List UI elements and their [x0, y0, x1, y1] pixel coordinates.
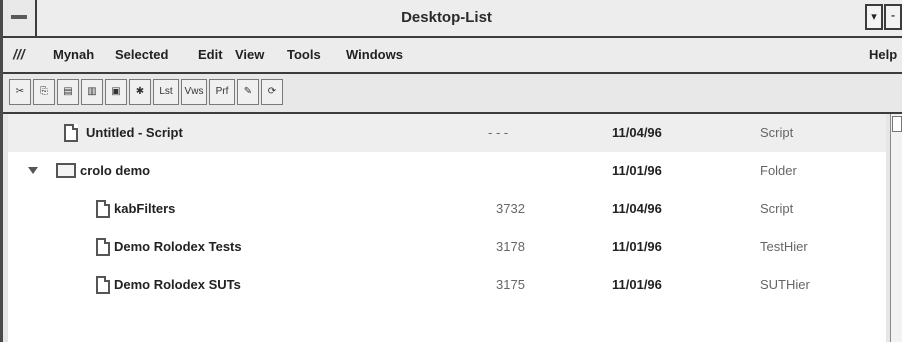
toolbar-button-run[interactable]: ✱	[129, 79, 151, 105]
script-file-icon	[96, 200, 110, 218]
menu-bar: /// Mynah Selected Edit View Tools Windo…	[3, 38, 902, 74]
save-icon: ▣	[111, 86, 121, 97]
folder-icon	[56, 163, 76, 178]
toolbar-button-edit[interactable]: ✎	[237, 79, 259, 105]
menu-selected[interactable]: Selected	[115, 47, 168, 62]
toolbar-button-print[interactable]: Prf	[209, 79, 235, 105]
list-item[interactable]: kabFilters 3732 11/04/96 Script	[8, 190, 886, 228]
test-hier-file-icon	[96, 238, 110, 256]
list-item[interactable]: Demo Rolodex SUTs 3175 11/01/96 SUTHier	[8, 266, 886, 304]
menu-tools[interactable]: Tools	[287, 47, 321, 62]
run-icon: ✱	[135, 86, 145, 97]
app-logo-icon: ///	[13, 46, 25, 62]
item-size: 3178	[496, 239, 525, 254]
toolbar-button-copy[interactable]: ⎘	[33, 79, 55, 105]
copy-icon: ⎘	[40, 86, 48, 97]
item-type: TestHier	[760, 239, 808, 254]
maximize-button[interactable]: ⁃	[884, 4, 902, 30]
expand-caret-icon[interactable]	[28, 167, 38, 174]
toolbar-button-save[interactable]: ▣	[105, 79, 127, 105]
list-item[interactable]: Untitled - Script - - - 11/04/96 Script	[8, 114, 886, 152]
paste-icon: ▤	[63, 86, 73, 97]
toolbar: ✂ ⎘ ▤ ▥ ▣ ✱ Lst Vws Prf ✎ ⟳	[3, 74, 902, 114]
minimize-button[interactable]: ▾	[865, 4, 883, 30]
toolbar-button-list[interactable]: Lst	[153, 79, 179, 105]
item-name: Demo Rolodex SUTs	[114, 277, 241, 292]
toolbar-button-views[interactable]: Vws	[181, 79, 207, 105]
item-name: Demo Rolodex Tests	[114, 239, 242, 254]
item-size: - - -	[488, 125, 509, 140]
desktop-list: Untitled - Script - - - 11/04/96 Script …	[8, 114, 886, 342]
sut-hier-file-icon	[96, 276, 110, 294]
item-date: 11/04/96	[612, 201, 662, 216]
item-type: Script	[760, 125, 794, 140]
system-menu-button[interactable]	[3, 0, 37, 36]
item-name: Untitled - Script	[86, 125, 183, 140]
desktop-list-window: Desktop-List ▾ ⁃ /// Mynah Selected Edit…	[0, 0, 902, 342]
list-item[interactable]: crolo demo 11/01/96 Folder	[8, 152, 886, 190]
views-icon: Vws	[184, 86, 204, 97]
item-type: Script	[760, 201, 794, 216]
item-date: 11/01/96	[612, 163, 662, 178]
minimize-icon: ▾	[871, 11, 877, 23]
menu-help[interactable]: Help	[869, 47, 897, 62]
toolbar-button-archive[interactable]: ▥	[81, 79, 103, 105]
archive-icon: ▥	[87, 86, 97, 97]
list-icon: Lst	[159, 86, 173, 97]
vertical-scrollbar[interactable]	[890, 114, 902, 342]
item-size: 3175	[496, 277, 525, 292]
refresh-icon: ⟳	[267, 86, 277, 97]
item-date: 11/01/96	[612, 239, 662, 254]
settings-icon: ✂	[15, 86, 25, 97]
menu-mynah[interactable]: Mynah	[53, 47, 94, 62]
edit-icon: ✎	[243, 86, 253, 97]
item-name: kabFilters	[114, 201, 176, 216]
item-date: 11/04/96	[612, 125, 662, 140]
print-icon: Prf	[215, 86, 229, 97]
system-menu-icon	[11, 15, 27, 19]
toolbar-button-settings[interactable]: ✂	[9, 79, 31, 105]
list-item[interactable]: Demo Rolodex Tests 3178 11/01/96 TestHie…	[8, 228, 886, 266]
item-date: 11/01/96	[612, 277, 662, 292]
toolbar-button-refresh[interactable]: ⟳	[261, 79, 283, 105]
scrollbar-thumb[interactable]	[892, 116, 902, 132]
item-type: Folder	[760, 163, 797, 178]
window-title: Desktop-List	[401, 9, 492, 26]
item-name: crolo demo	[80, 163, 151, 178]
item-type: SUTHier	[760, 277, 810, 292]
title-bar: Desktop-List ▾ ⁃	[3, 0, 902, 38]
toolbar-button-paste[interactable]: ▤	[57, 79, 79, 105]
item-size: 3732	[496, 201, 525, 216]
menu-windows[interactable]: Windows	[346, 47, 403, 62]
script-file-icon	[64, 124, 78, 142]
menu-edit[interactable]: Edit	[198, 47, 223, 62]
maximize-icon: ⁃	[890, 11, 896, 23]
menu-view[interactable]: View	[235, 47, 264, 62]
